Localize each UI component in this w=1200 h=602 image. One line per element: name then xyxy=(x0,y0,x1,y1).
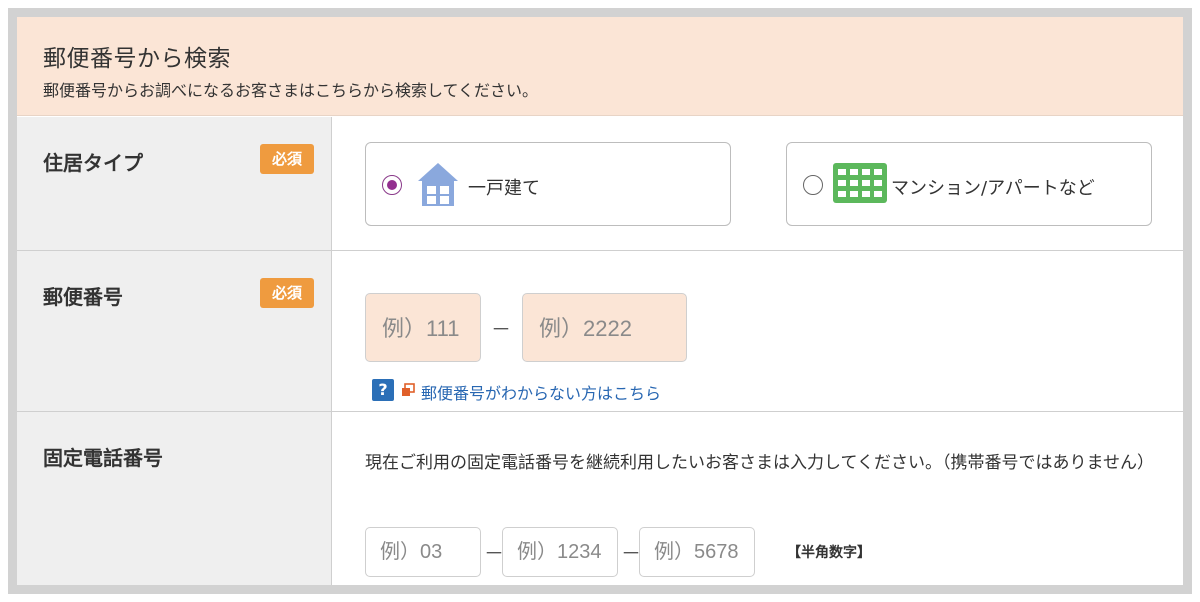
house-icon xyxy=(418,163,458,206)
phone-area-code-input[interactable]: 例）03 xyxy=(365,527,481,577)
phone-separator: － xyxy=(484,541,504,565)
external-window-icon xyxy=(402,383,415,396)
residence-type-row: 住居タイプ 必須 一戸建て マンション/アパートなど xyxy=(17,117,1183,251)
required-badge: 必須 xyxy=(260,144,314,174)
radio-house[interactable] xyxy=(382,175,402,195)
postal-code-label: 郵便番号 xyxy=(43,285,123,309)
apartment-option-label: マンション/アパートなど xyxy=(891,178,1095,199)
half-width-digits-note: 【半角数字】 xyxy=(787,545,871,561)
phone-exchange-input[interactable]: 例）1234 xyxy=(502,527,618,577)
page: 郵便番号から検索 郵便番号からお調べになるお客さまはこちらから検索してください。… xyxy=(0,0,1200,602)
postal-code-help-link[interactable]: 郵便番号がわからない方はこちら xyxy=(421,380,661,404)
landline-phone-label: 固定電話番号 xyxy=(43,446,163,470)
postal-code-row: 郵便番号 必須 例）111 － 例）2222 ? 郵便番号がわからない方はこちら xyxy=(17,251,1183,412)
postal-code-second-input[interactable]: 例）2222 xyxy=(522,293,687,362)
section-subtitle: 郵便番号からお調べになるお客さまはこちらから検索してください。 xyxy=(43,81,539,100)
required-badge: 必須 xyxy=(260,278,314,308)
form-frame: 郵便番号から検索 郵便番号からお調べになるお客さまはこちらから検索してください。… xyxy=(8,8,1192,594)
landline-phone-row: 固定電話番号 現在ご利用の固定電話番号を継続利用したいお客さまは入力してください… xyxy=(17,412,1183,585)
help-question-icon: ? xyxy=(372,379,394,401)
phone-note: 現在ご利用の固定電話番号を継続利用したいお客さまは入力してください。（携帯番号で… xyxy=(365,453,1154,473)
residence-type-label: 住居タイプ xyxy=(43,151,143,175)
postal-code-first-input[interactable]: 例）111 xyxy=(365,293,481,362)
radio-apartment[interactable] xyxy=(803,175,823,195)
phone-subscriber-input[interactable]: 例）5678 xyxy=(639,527,755,577)
postal-code-label-cell: 郵便番号 必須 xyxy=(17,251,332,411)
postal-separator: － xyxy=(491,317,511,341)
residence-type-label-cell: 住居タイプ 必須 xyxy=(17,117,332,250)
house-option-label: 一戸建て xyxy=(468,178,540,199)
apartment-building-icon xyxy=(833,163,887,203)
section-title: 郵便番号から検索 xyxy=(43,46,231,72)
postal-search-panel: 郵便番号から検索 郵便番号からお調べになるお客さまはこちらから検索してください。… xyxy=(17,17,1183,585)
landline-phone-label-cell: 固定電話番号 xyxy=(17,412,332,585)
residence-option-house[interactable]: 一戸建て xyxy=(365,142,731,226)
phone-separator: － xyxy=(621,541,641,565)
section-header: 郵便番号から検索 郵便番号からお調べになるお客さまはこちらから検索してください。 xyxy=(17,17,1183,116)
residence-option-apartment[interactable]: マンション/アパートなど xyxy=(786,142,1152,226)
